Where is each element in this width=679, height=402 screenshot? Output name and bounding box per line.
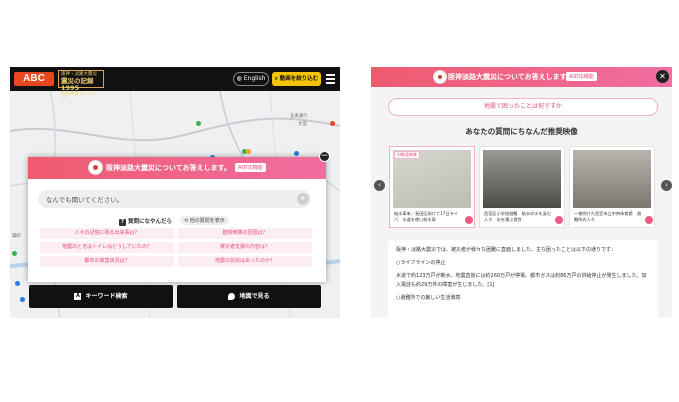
suggested-question[interactable]: 人々の記憶に残る出来事は？ bbox=[40, 228, 174, 239]
minimize-icon[interactable]: − bbox=[319, 151, 330, 162]
language-label: English bbox=[243, 75, 266, 82]
top-bar: ABC 阪神・淡路大震災 震災の記録1995 取材映像アーカイブ ◍ Engli… bbox=[10, 67, 340, 102]
map-pin[interactable] bbox=[12, 251, 17, 256]
suggested-question[interactable]: 地震の前兆はあったのか？ bbox=[178, 256, 312, 267]
question-icon: ? bbox=[119, 219, 126, 226]
map-view-button[interactable]: 地図で見る bbox=[177, 285, 321, 308]
suggested-question[interactable]: 地震のときはトイレはどうしていたの？ bbox=[40, 242, 174, 253]
video-caption: 西宮区小学校避難 給水の水を汲む人々 水を運ぶ男性 bbox=[484, 211, 552, 222]
answer-text: 水道で約123万戸が断水、地震直後には約260万戸が停電、都市ガスは約86万戸の… bbox=[396, 273, 647, 288]
close-icon[interactable]: ✕ bbox=[656, 70, 669, 83]
abc-logo[interactable]: ABC bbox=[14, 72, 54, 86]
keyword-search-button[interactable]: A キーワード検索 bbox=[29, 285, 173, 308]
map-pin[interactable] bbox=[294, 151, 299, 156]
video-open-icon[interactable] bbox=[555, 216, 563, 224]
suggested-question[interactable]: 都市の被害状況は？ bbox=[40, 256, 174, 267]
hamburger-menu-icon[interactable] bbox=[326, 74, 335, 84]
video-card[interactable]: 一夜明けた西宮市立中央体育館 避難所の人々 bbox=[569, 146, 655, 228]
left-screen: 五条通り 大宮 森町 ABC 阪神・淡路大震災 震災の記録1995 取材映像アー… bbox=[10, 67, 340, 318]
suggested-question[interactable]: 被災者支援の内容は？ bbox=[178, 242, 312, 253]
map-pin-icon bbox=[228, 293, 236, 300]
video-card[interactable]: AI推奨映像 給水車来／長田区助けて17日ライバ 水道を使い給水車 bbox=[389, 146, 475, 228]
map-label: 森町 bbox=[12, 234, 21, 239]
send-icon[interactable]: ➤ bbox=[297, 193, 309, 205]
chat-input-placeholder: なんでも聞いてください。 bbox=[46, 196, 124, 204]
chat-card-header: 阪神淡路大震災についてお答えします。 AI対応機能 bbox=[28, 157, 326, 179]
answer-subheading: ○避難所での厳しい生活環境 bbox=[396, 295, 461, 301]
map-pin[interactable] bbox=[330, 121, 335, 126]
help-label-text: 質問になやんだら bbox=[128, 219, 173, 225]
carousel-prev-icon[interactable]: ‹ bbox=[374, 180, 385, 191]
answer-subheading-text: 避難所での厳しい生活環境 bbox=[400, 295, 461, 301]
user-question-bubble: 地震で困ったことは何ですか bbox=[388, 98, 658, 116]
right-screen: 阪神淡路大震災についてお答えします。 AI対応機能 ✕ 地震で困ったことは何です… bbox=[371, 67, 672, 318]
keyword-icon: A bbox=[74, 293, 82, 300]
archive-main-text: 震災の記録1995 bbox=[61, 76, 94, 92]
video-caption: 給水車来／長田区助けて17日ライバ 水道を使い給水車 bbox=[394, 211, 458, 222]
map-pin[interactable] bbox=[196, 121, 201, 126]
map-label: 大宮 bbox=[298, 122, 307, 127]
video-open-icon[interactable] bbox=[645, 216, 653, 224]
filter-videos-label: 動画を絞り込む bbox=[279, 76, 319, 82]
archive-logo[interactable]: 阪神・淡路大震災 震災の記録1995 取材映像アーカイブ bbox=[58, 70, 104, 102]
chat-title: 阪神淡路大震災についてお答えします。 bbox=[106, 164, 231, 172]
help-label: ? 質問になやんだら bbox=[119, 217, 172, 226]
search-icon: ⌕ bbox=[274, 76, 278, 82]
ai-badge: AI対応機能 bbox=[566, 72, 597, 81]
ai-badge: AI対応機能 bbox=[235, 163, 266, 172]
answer-subheading: ○ライフラインの停止 bbox=[396, 260, 446, 266]
chat-modal-title: 阪神淡路大震災についてお答えします。 bbox=[448, 73, 573, 81]
assistant-avatar bbox=[433, 70, 447, 84]
keyword-search-label: キーワード検索 bbox=[85, 293, 128, 300]
ai-recommend-tag: AI推奨映像 bbox=[394, 151, 420, 159]
chat-card: 阪神淡路大震災についてお答えします。 AI対応機能 − なんでも聞いてください。… bbox=[28, 151, 330, 282]
map-pin[interactable] bbox=[246, 149, 251, 154]
carousel-next-icon[interactable]: › bbox=[661, 180, 672, 191]
chat-input[interactable]: なんでも聞いてください。 ➤ bbox=[38, 190, 311, 208]
chat-modal-header: 阪神淡路大震災についてお答えします。 AI対応機能 ✕ bbox=[371, 67, 672, 87]
video-caption: 一夜明けた西宮市立中央体育館 避難所の人々 bbox=[574, 211, 642, 222]
map-view-label: 地図で見る bbox=[239, 293, 270, 300]
suggested-question[interactable]: 建物倒壊の原因は？ bbox=[178, 228, 312, 239]
other-questions-button[interactable]: ⟲ 他の質問を表示 bbox=[180, 216, 229, 225]
filter-videos-button[interactable]: ⌕ 動画を絞り込む bbox=[272, 72, 321, 86]
answer-text: 阪神・淡路大震災では、被災者が様々な困難に直面しました。主な困ったことは以下の通… bbox=[396, 247, 617, 253]
archive-sub-text: 取材映像アーカイブ bbox=[61, 91, 97, 103]
answer-subheading-text: ライフラインの停止 bbox=[400, 260, 446, 266]
map-label: 五条通り bbox=[290, 114, 308, 119]
video-card[interactable]: 西宮区小学校避難 給水の水を汲む人々 水を運ぶ男性 bbox=[479, 146, 565, 228]
video-open-icon[interactable] bbox=[465, 216, 473, 224]
map-pin[interactable] bbox=[20, 297, 25, 302]
language-button[interactable]: ◍ English bbox=[233, 72, 269, 86]
video-thumbnail bbox=[483, 150, 561, 208]
assistant-avatar bbox=[88, 160, 103, 175]
video-thumbnail bbox=[573, 150, 651, 208]
answer-panel: 阪神・淡路大震災では、被災者が様々な困難に直面しました。主な困ったことは以下の通… bbox=[388, 240, 658, 318]
map-pin[interactable] bbox=[15, 281, 20, 286]
recommended-videos-heading: あなたの質問にちなんだ推奨映像 bbox=[465, 127, 578, 136]
other-questions-label: 他の質問を表示 bbox=[189, 218, 225, 224]
